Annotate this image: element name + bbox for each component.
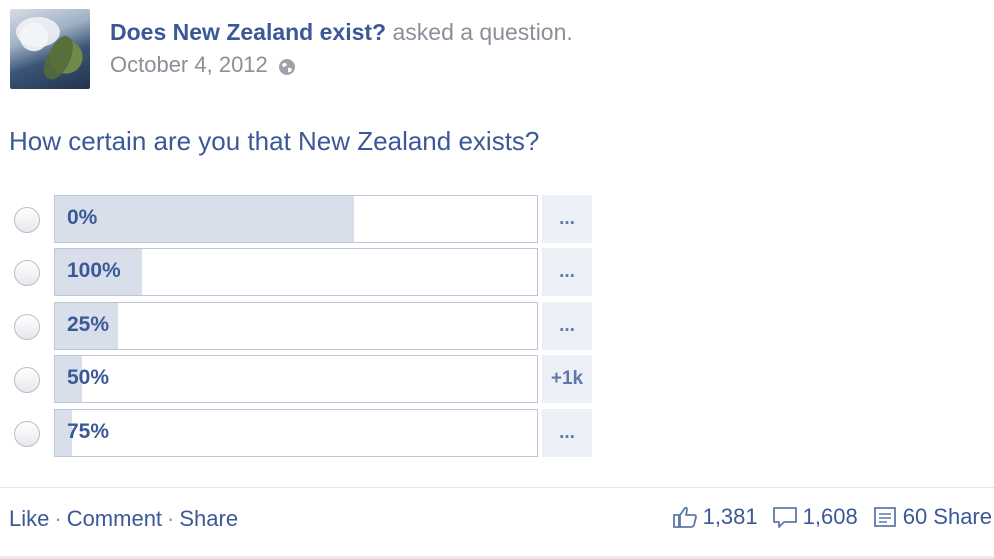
poll-option-label: 25% <box>67 313 110 336</box>
poll-option-label: 0% <box>67 206 98 229</box>
poll-voters-button[interactable]: ... <box>542 195 592 243</box>
author-link[interactable]: Does New Zealand exist? <box>110 19 386 45</box>
post-stats: 1,381 1,608 60 Share <box>658 504 992 530</box>
divider <box>0 487 994 488</box>
post-action-text: asked a question. <box>392 19 573 45</box>
shares-count: 60 Share <box>902 504 992 529</box>
poll-bar[interactable]: 0% <box>54 195 538 243</box>
poll-bar[interactable]: 75% <box>54 409 538 457</box>
share-icon <box>873 507 896 527</box>
poll-option-label: 50% <box>67 366 110 389</box>
poll-radio[interactable] <box>14 367 40 393</box>
poll-voters-button[interactable]: +1k <box>542 355 592 403</box>
post-actions: Like · Comment · Share <box>9 506 238 532</box>
share-link[interactable]: Share <box>179 506 238 531</box>
globe-icon[interactable] <box>278 56 296 75</box>
poll-bar[interactable]: 100% <box>54 248 538 296</box>
comments-count: 1,608 <box>802 504 858 529</box>
separator: · <box>167 506 175 531</box>
likes-count: 1,381 <box>702 504 758 529</box>
like-link[interactable]: Like <box>9 506 49 531</box>
avatar-cloud <box>16 17 60 47</box>
poll-voters-button[interactable]: ... <box>542 409 592 457</box>
poll-option-label: 75% <box>67 420 110 443</box>
post-date[interactable]: October 4, 2012 <box>110 52 268 78</box>
post-header: Does New Zealand exist? asked a question… <box>110 19 573 46</box>
poll-radio[interactable] <box>14 260 40 286</box>
separator: · <box>54 506 62 531</box>
post-meta: October 4, 2012 <box>110 52 296 78</box>
poll-radio[interactable] <box>14 314 40 340</box>
poll-radio[interactable] <box>14 207 40 233</box>
comments-count-link[interactable]: 1,608 <box>772 504 858 530</box>
poll-voters-button[interactable]: ... <box>542 248 592 296</box>
poll-bar-fill <box>55 196 354 242</box>
poll-bar[interactable]: 50% <box>54 355 538 403</box>
poll-bar[interactable]: 25% <box>54 302 538 350</box>
poll-voters-button[interactable]: ... <box>542 302 592 350</box>
comment-bubble-icon <box>772 507 797 528</box>
thumbs-up-icon <box>672 506 697 528</box>
avatar[interactable] <box>10 9 90 89</box>
likes-count-link[interactable]: 1,381 <box>672 504 758 530</box>
comment-link[interactable]: Comment <box>67 506 162 531</box>
poll-question: How certain are you that New Zealand exi… <box>9 126 540 156</box>
poll-radio[interactable] <box>14 421 40 447</box>
shares-count-link[interactable]: 60 Share <box>872 504 992 530</box>
poll-option-label: 100% <box>67 259 121 282</box>
